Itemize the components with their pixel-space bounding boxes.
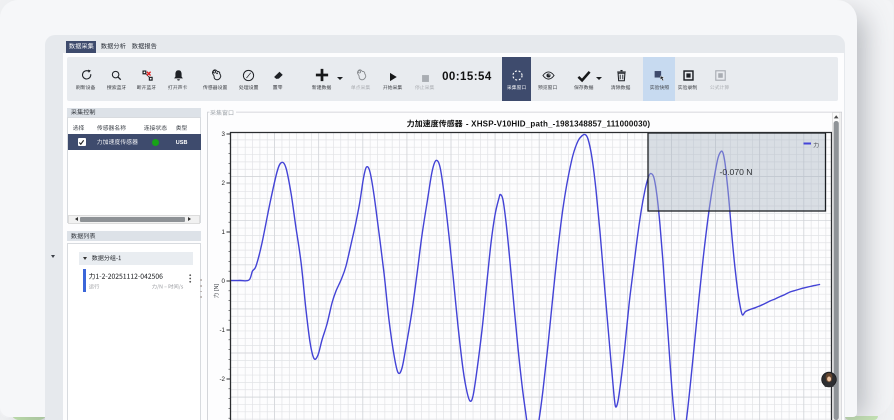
svg-text:-1: -1: [219, 327, 225, 334]
svg-text:0: 0: [222, 278, 226, 285]
svg-text:-2: -2: [219, 376, 225, 383]
svg-text:2: 2: [222, 180, 226, 187]
svg-text:- XHSP-V10HID_path_-1981348857: - XHSP-V10HID_path_-1981348857_111000030…: [464, 119, 651, 128]
svg-text:[N]: [N]: [214, 283, 220, 292]
svg-text:-0.070 N: -0.070 N: [720, 167, 753, 177]
svg-text:1: 1: [222, 229, 226, 236]
svg-text:3: 3: [222, 131, 226, 138]
